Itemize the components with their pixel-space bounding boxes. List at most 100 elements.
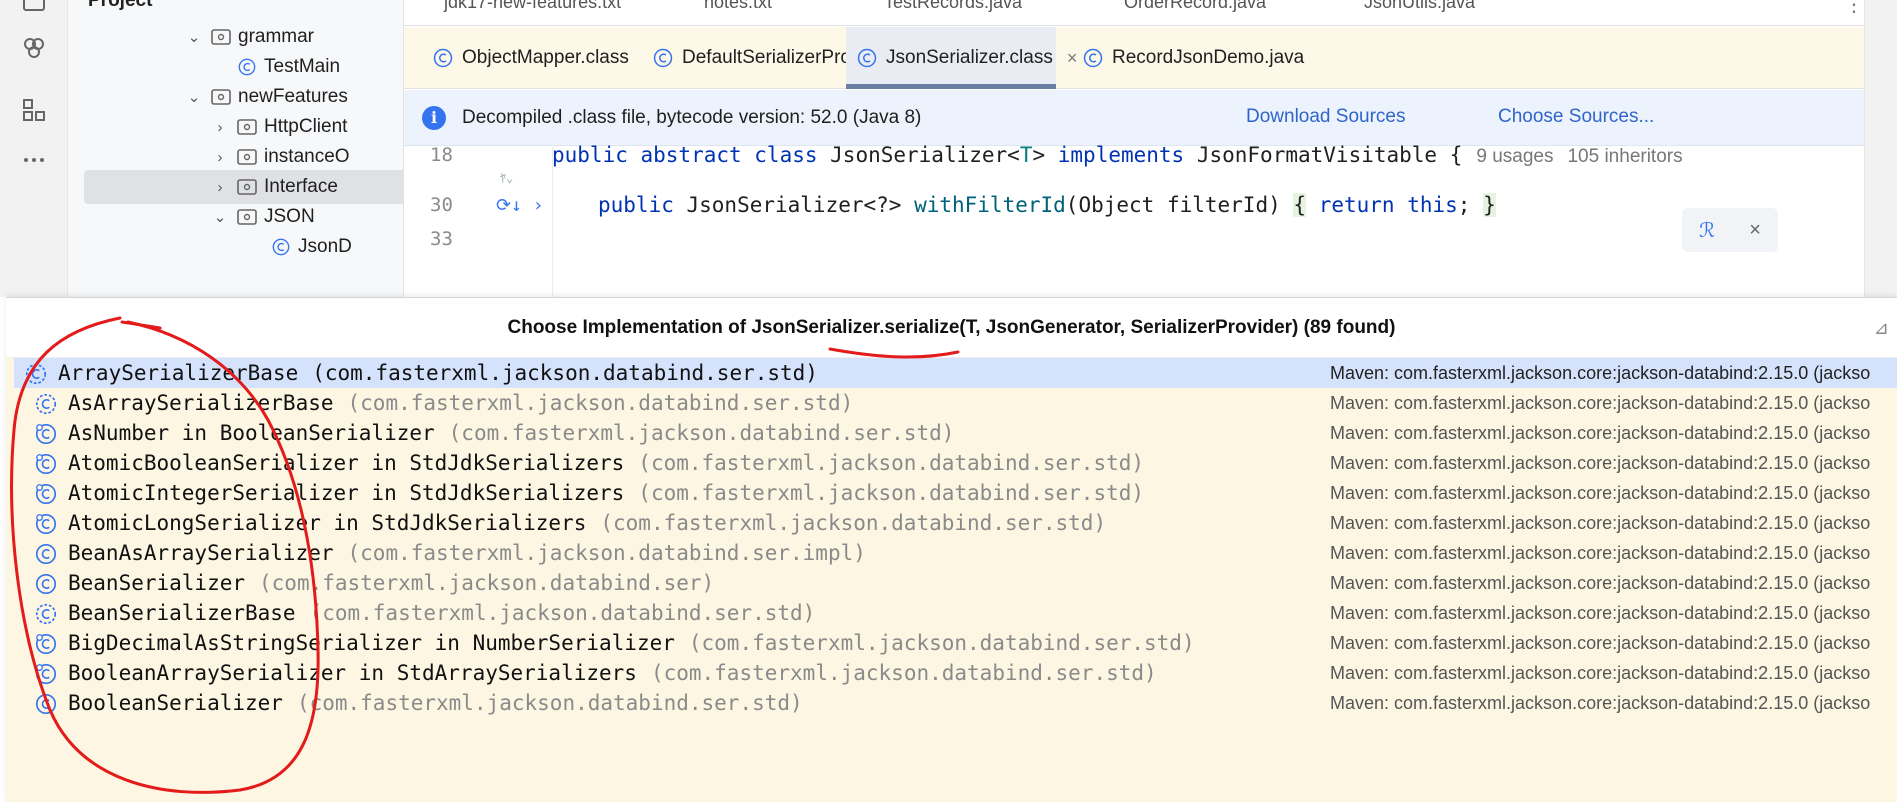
package-icon — [236, 207, 258, 227]
choose-implementation-popup: Choose Implementation of JsonSerializer.… — [6, 297, 1897, 802]
inner-class-icon — [34, 661, 58, 685]
tree-item[interactable]: › HttpClient — [68, 110, 403, 144]
package-icon — [236, 117, 258, 137]
package-icon — [236, 177, 258, 197]
implementation-library: Maven: com.fasterxml.jackson.core:jackso… — [1330, 542, 1871, 563]
code-view[interactable]: 18 public abstract class JsonSerializer<… — [404, 143, 1864, 297]
implementation-library: Maven: com.fasterxml.jackson.core:jackso… — [1330, 512, 1871, 533]
chevron-right-icon[interactable]: › — [212, 149, 228, 166]
implementation-name: AtomicIntegerSerializer in StdJdkSeriali… — [68, 481, 625, 505]
tree-item[interactable]: ⌄ newFeatures — [68, 80, 403, 114]
implementation-library: Maven: com.fasterxml.jackson.core:jackso… — [1330, 602, 1871, 623]
chevron-down-icon[interactable]: ⌄ — [186, 28, 202, 46]
package-icon — [236, 147, 258, 167]
plugins-icon[interactable] — [20, 34, 48, 62]
implementation-package: (com.fasterxml.jackson.databind.ser.std) — [347, 391, 854, 415]
close-icon[interactable]: × — [1749, 219, 1761, 242]
implementation-library: Maven: com.fasterxml.jackson.core:jackso… — [1330, 422, 1871, 443]
more-icon[interactable] — [20, 146, 48, 174]
file-tabs-row: jdk17-new-features.txt notes.txt TestRec… — [404, 0, 1864, 26]
inheritors-hint[interactable]: 105 inheritors — [1567, 146, 1682, 167]
class-tab-label: RecordJsonDemo.java — [1112, 47, 1305, 68]
tree-item-label: JsonD — [298, 236, 352, 257]
class-tab-label: ObjectMapper.class — [462, 47, 629, 68]
implementation-library: Maven: com.fasterxml.jackson.core:jackso… — [1330, 452, 1871, 473]
implementation-row[interactable]: BooleanSerializer (com.fasterxml.jackson.… — [24, 688, 1897, 718]
tree-item-label: instanceO — [264, 146, 350, 167]
class-tab[interactable]: JsonSerializer.class × — [846, 27, 1077, 89]
code-line-30: 30 ⟳↓ › public JsonSerializer<?> withFil… — [404, 187, 1864, 223]
code-text: public JsonSerializer<?> withFilterId(Ob… — [598, 193, 1496, 217]
inner-class-icon — [34, 631, 58, 655]
abstract-class-icon — [34, 391, 58, 415]
tree-item-label: grammar — [238, 26, 315, 47]
implementation-package: (com.fasterxml.jackson.databind.ser.std) — [638, 481, 1145, 505]
editor-area: Project ⌄ grammar TestMain ⌄ newFeatures › Htt… — [0, 0, 1897, 297]
implementation-package: (com.fasterxml.jackson.databind.ser.std) — [448, 421, 955, 445]
implementation-name: AsArraySerializerBase — [68, 391, 334, 415]
editor-main: jdk17-new-features.txt notes.txt TestRec… — [404, 0, 1864, 297]
folder-icon[interactable] — [20, 0, 48, 16]
implementation-library: Maven: com.fasterxml.jackson.core:jackso… — [1330, 362, 1871, 383]
project-panel-title[interactable]: Project — [88, 0, 152, 12]
chevron-right-icon[interactable]: › — [212, 119, 228, 136]
tree-item[interactable]: ⌄ JSON — [68, 200, 403, 234]
abstract-class-icon — [34, 601, 58, 625]
chevron-right-icon[interactable]: › — [212, 179, 228, 196]
chevron-down-icon[interactable]: ⌄ — [212, 208, 228, 226]
implementation-name: ArraySerializerBase — [58, 361, 299, 385]
implementation-row[interactable]: BooleanArraySerializer in StdArraySerial… — [24, 658, 1897, 688]
implementation-package: (com.fasterxml.jackson.databind.ser.std) — [312, 361, 818, 385]
tree-item[interactable]: › instanceO — [68, 140, 403, 174]
tab-orderrecord[interactable]: OrderRecord.java — [1124, 0, 1266, 13]
implementation-row[interactable]: AtomicIntegerSerializer in StdJdkSeriali… — [24, 478, 1897, 508]
implementation-row[interactable]: AtomicLongSerializer in StdJdkSerializer… — [24, 508, 1897, 538]
override-gutter-icon[interactable]: ⟳↓ › — [496, 195, 544, 216]
chevron-down-icon[interactable]: ⌄ — [186, 88, 202, 106]
more-tabs-icon[interactable]: ⋮ — [1844, 0, 1864, 17]
implementation-library: Maven: com.fasterxml.jackson.core:jackso… — [1330, 392, 1871, 413]
inner-class-icon — [34, 421, 58, 445]
class-icon — [652, 47, 674, 69]
tree-item[interactable]: › Interface — [84, 170, 403, 204]
class-tab[interactable]: RecordJsonDemo.java — [1072, 27, 1305, 89]
usages-hint[interactable]: 9 usages — [1476, 146, 1553, 167]
line-number: 18 — [430, 144, 453, 166]
implementation-row[interactable]: ArraySerializerBase (com.fasterxml.jackso… — [14, 358, 1897, 388]
reader-mode-icon[interactable]: ℛ — [1699, 218, 1715, 243]
class-icon — [856, 47, 878, 69]
tab-testrecords[interactable]: TestRecords.java — [884, 0, 1022, 13]
tab-notes[interactable]: notes.txt — [704, 0, 772, 13]
implementation-row[interactable]: BeanSerializer (com.fasterxml.jackson.dat… — [24, 568, 1897, 598]
implementation-name: BooleanSerializer — [68, 691, 283, 715]
implementation-row[interactable]: BeanAsArraySerializer (com.fasterxml.jack… — [24, 538, 1897, 568]
class-tab-label: JsonSerializer.class — [886, 47, 1053, 68]
tree-item[interactable]: TestMain — [68, 50, 403, 84]
implementation-name: AtomicBooleanSerializer in StdJdkSeriali… — [68, 451, 625, 475]
implementation-name: BeanSerializer — [68, 571, 246, 595]
tab-jdk17-notes[interactable]: jdk17-new-features.txt — [444, 0, 621, 13]
fold-marker[interactable]: ﾔ⌄ — [500, 170, 1897, 185]
tree-item[interactable]: ⌄ grammar — [68, 20, 403, 54]
tab-jsonutils[interactable]: JsonUtils.java — [1364, 0, 1475, 13]
class-tab[interactable]: ObjectMapper.class — [422, 27, 629, 89]
implementation-row[interactable]: AsArraySerializerBase (com.fasterxml.jack… — [24, 388, 1897, 418]
download-sources-link[interactable]: Download Sources — [1246, 106, 1405, 128]
info-icon: i — [422, 105, 446, 130]
pin-icon[interactable]: ⊿ — [1874, 318, 1889, 339]
implementation-row[interactable]: AtomicBooleanSerializer in StdJdkSeriali… — [24, 448, 1897, 478]
banner-text: Decompiled .class file, bytecode version… — [462, 106, 922, 128]
implementation-row[interactable]: BeanSerializerBase (com.fasterxml.jackson… — [24, 598, 1897, 628]
inner-class-icon — [34, 511, 58, 535]
implementation-row[interactable]: BigDecimalAsStringSerializer in NumberSe… — [24, 628, 1897, 658]
tree-item[interactable]: JsonD — [68, 230, 403, 264]
structure-icon[interactable] — [20, 96, 48, 124]
implementation-row[interactable]: AsNumber in BooleanSerializer (com.faster… — [24, 418, 1897, 448]
implementation-package: (com.fasterxml.jackson.databind.ser.std) — [296, 691, 803, 715]
class-tabs: ObjectMapper.class DefaultSerializerProvi… — [404, 27, 1864, 89]
choose-sources-link[interactable]: Choose Sources... — [1498, 106, 1654, 128]
class-icon — [1082, 47, 1104, 69]
line-number: 30 — [430, 194, 453, 216]
code-text: public abstract class JsonSerializer<T> … — [552, 142, 1683, 167]
implementation-package: (com.fasterxml.jackson.databind.ser.std) — [600, 511, 1107, 535]
